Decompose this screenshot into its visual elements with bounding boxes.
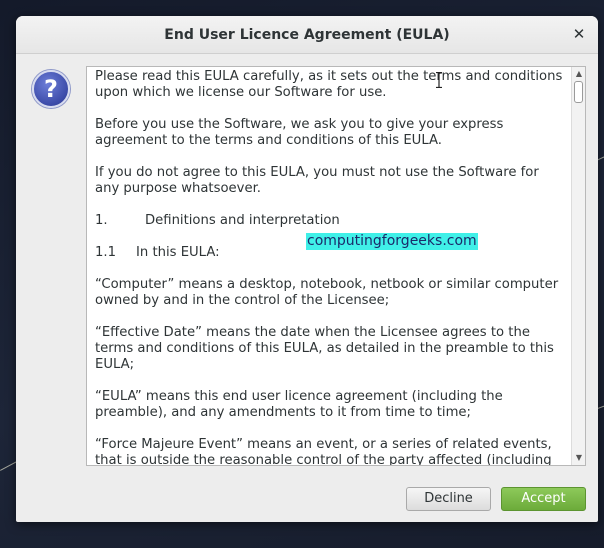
definition-paragraph: “EULA” means this end user licence agree… (95, 389, 503, 420)
definition-paragraph: “Force Majeure Event” means an event, or… (95, 437, 552, 466)
eula-dialog: End User Licence Agreement (EULA) ✕ ? Pl… (16, 16, 598, 522)
decline-button[interactable]: Decline (406, 487, 491, 511)
scroll-up-icon[interactable]: ▲ (574, 69, 584, 79)
text-cursor-icon (436, 72, 442, 88)
definition-paragraph: “Effective Date” means the date when the… (95, 325, 554, 372)
section-heading: 1. Definitions and interpretation (95, 213, 565, 229)
question-icon: ? (32, 70, 70, 108)
section-number: 1. (95, 213, 108, 228)
definition-paragraph: “Computer” means a desktop, notebook, ne… (95, 277, 559, 308)
scroll-down-icon[interactable]: ▼ (574, 453, 584, 463)
close-button[interactable]: ✕ (570, 25, 588, 43)
scroll-thumb[interactable] (574, 81, 583, 103)
dialog-title: End User Licence Agreement (EULA) (164, 27, 450, 43)
vertical-scrollbar[interactable]: ▲ ▼ (571, 67, 585, 465)
eula-text-view[interactable]: Please read this EULA carefully, as it s… (86, 66, 586, 466)
eula-paragraph: If you do not agree to this EULA, you mu… (95, 165, 539, 196)
watermark-text: computingforgeeks.com (306, 233, 478, 250)
dialog-titlebar[interactable]: End User Licence Agreement (EULA) ✕ (16, 16, 598, 54)
accept-button[interactable]: Accept (501, 487, 586, 511)
section-title: Definitions and interpretation (145, 213, 340, 228)
eula-paragraph: Before you use the Software, we ask you … (95, 117, 504, 148)
eula-text: Please read this EULA carefully, as it s… (95, 69, 565, 466)
subsection-title: In this EULA: (136, 245, 220, 260)
subsection-number: 1.1 (95, 245, 116, 260)
eula-paragraph: Please read this EULA carefully, as it s… (95, 69, 563, 100)
